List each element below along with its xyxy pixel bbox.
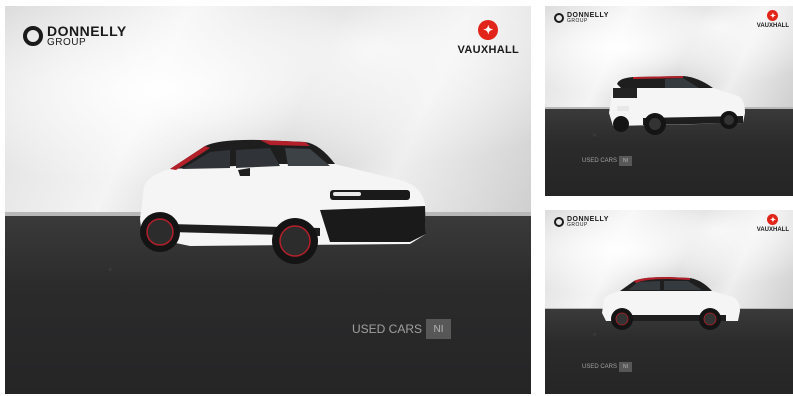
watermark-text: USED CARS [582,158,618,164]
donnelly-ring-icon [554,13,564,23]
thumbnail-photo-rear[interactable]: DONNELLY GROUP ✦ VAUXHALL USED CARS NI [545,6,793,196]
watermark-badge: NI [619,156,633,166]
vauxhall-griffin-icon: ✦ [767,10,779,21]
donnelly-group-logo: DONNELLY GROUP [23,24,127,48]
donnelly-ring-icon [23,26,43,46]
vauxhall-griffin-icon: ✦ [478,20,499,40]
thumbnail-photo-side[interactable]: DONNELLY GROUP ✦ VAUXHALL USED CARS NI [545,210,793,394]
car-front-three-quarter-image [140,139,426,264]
watermark-text: USED CARS [352,322,423,336]
dealer-name: DONNELLY [47,23,127,39]
main-vehicle-photo[interactable]: DONNELLY GROUP ✦ VAUXHALL USED CARS NI [5,6,531,394]
vauxhall-logo: ✦ VAUXHALL [757,214,789,233]
dealer-sub: GROUP [567,222,588,228]
watermark-badge: NI [426,319,452,339]
donnelly-ring-icon [554,217,564,227]
vauxhall-griffin-icon: ✦ [767,214,779,225]
maker-name: VAUXHALL [756,23,789,29]
car-rear-three-quarter-image [609,76,745,135]
donnelly-group-logo: DONNELLY GROUP [554,12,609,24]
dealer-sub: GROUP [567,18,588,24]
dealer-sub: GROUP [47,37,87,48]
vauxhall-logo: ✦ VAUXHALL [757,10,789,29]
watermark-badge: NI [619,362,633,372]
maker-name: VAUXHALL [457,44,519,56]
vauxhall-logo: ✦ VAUXHALL [458,20,519,56]
used-cars-watermark: USED CARS NI [582,362,633,372]
used-cars-watermark: USED CARS NI [352,319,452,339]
donnelly-group-logo: DONNELLY GROUP [554,216,609,228]
maker-name: VAUXHALL [756,227,789,233]
car-side-profile-image [602,277,740,330]
watermark-text: USED CARS [582,364,618,370]
used-cars-watermark: USED CARS NI [582,156,633,166]
